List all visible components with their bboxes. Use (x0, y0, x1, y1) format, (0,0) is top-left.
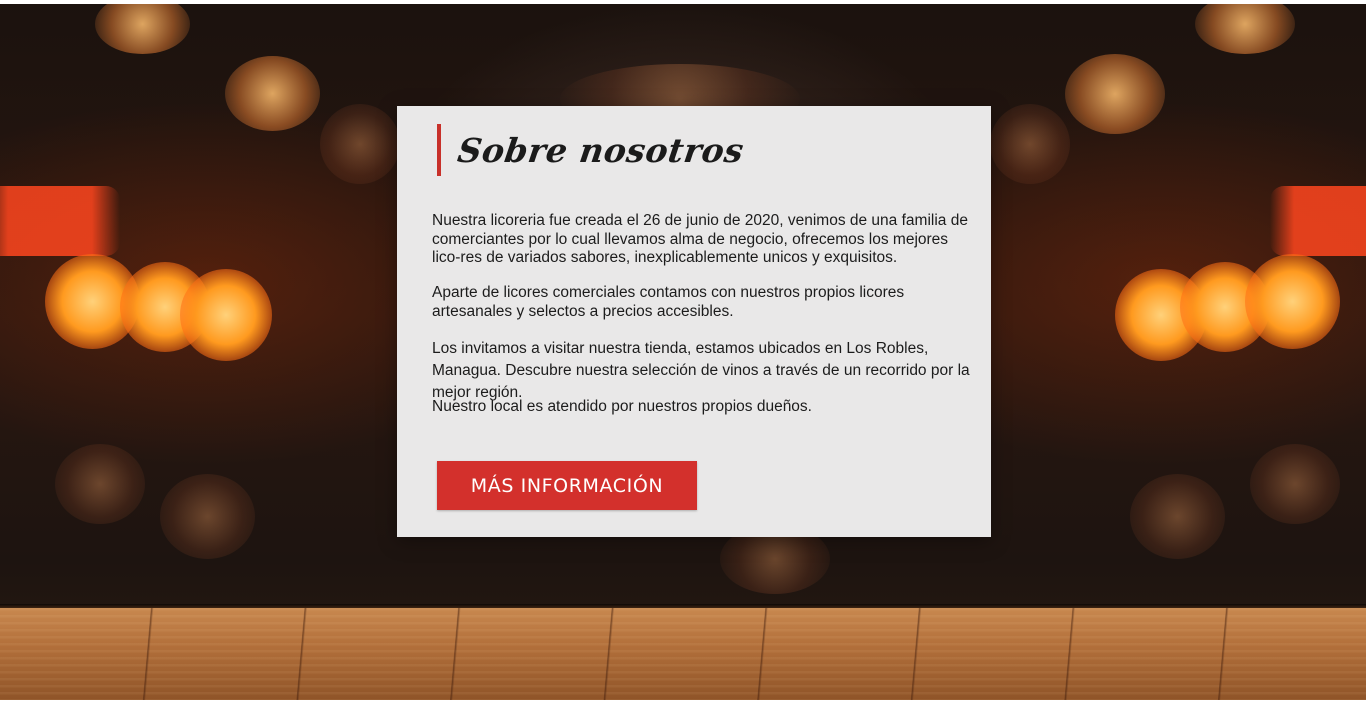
wooden-table (0, 608, 1366, 700)
red-light-streak (0, 186, 120, 256)
bokeh-light (1245, 254, 1340, 349)
red-light-streak (1270, 186, 1366, 256)
about-paragraph-founding: Nuestra licoreria fue creada el 26 de ju… (432, 212, 968, 266)
hero-section: Sobre nosotros Nuestra licoreria fue cre… (0, 4, 1366, 700)
about-card: Sobre nosotros Nuestra licoreria fue cre… (397, 106, 991, 537)
page-title: Sobre nosotros (455, 130, 747, 170)
bokeh-light (1065, 54, 1165, 134)
more-info-button[interactable]: MÁS INFORMACIÓN (437, 461, 697, 510)
section-heading: Sobre nosotros (437, 124, 747, 176)
bokeh-light (990, 104, 1070, 184)
bokeh-light (225, 56, 320, 131)
about-paragraph-owners: Nuestro local es atendido por nuestros p… (432, 398, 812, 415)
heading-accent-bar (437, 124, 441, 176)
about-paragraph-location: Los invitamos a visitar nuestra tienda, … (432, 340, 970, 401)
bokeh-light (180, 269, 272, 361)
bokeh-light (1130, 474, 1225, 559)
bokeh-light (55, 444, 145, 524)
bokeh-light (320, 104, 400, 184)
bokeh-light (1250, 444, 1340, 524)
about-paragraph-artisanal: Aparte de licores comerciales contamos c… (432, 284, 905, 320)
bokeh-light (160, 474, 255, 559)
